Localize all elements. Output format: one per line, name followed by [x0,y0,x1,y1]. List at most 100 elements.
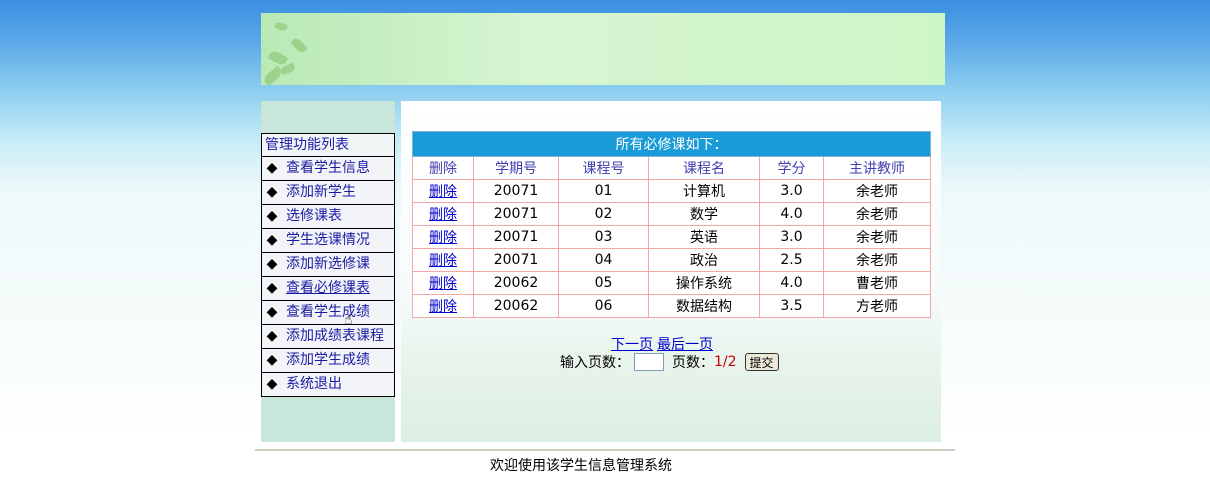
delete-cell: 删除 [412,179,474,203]
hand-cursor-icon: ☝ [344,312,353,328]
menu-item[interactable]: ◆ 查看学生信息 [262,157,394,181]
teacher-cell: 余老师 [823,248,931,272]
delete-link[interactable]: 删除 [429,230,457,246]
course-no-cell: 06 [558,294,649,318]
diamond-bullet-icon: ◆ [266,232,278,248]
teacher-cell: 曹老师 [823,271,931,295]
delete-cell: 删除 [412,202,474,226]
submit-button[interactable]: 提交 [744,353,779,371]
menu-item-label: 添加新学生 [286,184,356,200]
page-jump-form: 输入页数： 页数： 1/2 提交 [560,352,779,372]
menu-item[interactable]: ◆ 查看必修课表 [262,277,394,301]
credit-cell: 3.5 [759,294,824,318]
menu-item-label: 添加成绩表课程 [286,328,384,344]
course-no-cell: 05 [558,271,649,295]
diamond-bullet-icon: ◆ [266,160,278,176]
course-name-cell: 政治 [648,248,760,272]
table-row: 删除 20071 03 英语 3.0 余老师 [412,225,931,249]
delete-link[interactable]: 删除 [429,299,457,315]
course-no-cell: 04 [558,248,649,272]
menu-item[interactable]: ◆ 添加新选修课 [262,253,394,277]
course-name-cell: 英语 [648,225,760,249]
teacher-cell: 余老师 [823,202,931,226]
delete-cell: 删除 [412,271,474,295]
table-row: 删除 20071 01 计算机 3.0 余老师 [412,179,931,203]
header-banner [261,13,945,85]
page-input-label: 输入页数： [560,355,630,371]
credit-cell: 4.0 [759,271,824,295]
term-cell: 20062 [473,294,559,318]
credit-cell: 4.0 [759,202,824,226]
course-no-cell: 02 [558,202,649,226]
menu-item-label: 查看学生成绩 [286,304,370,320]
teacher-cell: 余老师 [823,179,931,203]
diamond-bullet-icon: ◆ [266,256,278,272]
term-cell: 20071 [473,225,559,249]
last-page-link[interactable]: 最后一页 [657,337,713,353]
delete-cell: 删除 [412,248,474,272]
term-cell: 20071 [473,248,559,272]
menu-title: 管理功能列表 [262,134,394,157]
course-name-cell: 计算机 [648,179,760,203]
diamond-bullet-icon: ◆ [266,280,278,296]
diamond-bullet-icon: ◆ [266,304,278,320]
header-delete: 删除 [412,156,474,180]
credit-cell: 3.0 [759,225,824,249]
diamond-bullet-icon: ◆ [266,184,278,200]
menu-item-label: 学生选课情况 [286,232,370,248]
header-teacher: 主讲教师 [823,156,931,180]
menu-item-label: 添加学生成绩 [286,352,370,368]
page-number-input[interactable] [634,353,664,371]
course-name-cell: 数学 [648,202,760,226]
menu-item-label: 选修课表 [286,208,342,224]
diamond-bullet-icon: ◆ [266,208,278,224]
teacher-cell: 方老师 [823,294,931,318]
menu-item-label: 查看学生信息 [286,160,370,176]
course-name-cell: 数据结构 [648,294,760,318]
teacher-cell: 余老师 [823,225,931,249]
delete-link[interactable]: 删除 [429,253,457,269]
diamond-bullet-icon: ◆ [266,352,278,368]
delete-cell: 删除 [412,294,474,318]
course-no-cell: 03 [558,225,649,249]
menu-item[interactable]: ◆ 学生选课情况 [262,229,394,253]
next-page-link[interactable]: 下一页 [611,337,653,353]
footer-text: 欢迎使用该学生信息管理系统 [490,458,672,474]
table-row: 删除 20071 04 政治 2.5 余老师 [412,248,931,272]
diamond-bullet-icon: ◆ [266,328,278,344]
course-name-cell: 操作系统 [648,271,760,295]
term-cell: 20071 [473,179,559,203]
term-cell: 20062 [473,271,559,295]
delete-link[interactable]: 删除 [429,276,457,292]
page-count: 1/2 [714,354,737,370]
footer-divider [255,449,955,451]
menu-item[interactable]: ◆ 选修课表 [262,205,394,229]
menu-item[interactable]: ◆ 添加新学生 [262,181,394,205]
menu-item[interactable]: ◆ 系统退出 [262,373,394,396]
admin-menu: 管理功能列表 ◆ 查看学生信息 ◆ 添加新学生 ◆ 选修课表 ◆ 学生选课情况 ◆ 添加新选修课 ◆… [261,133,395,397]
table-row: 删除 20062 06 数据结构 3.5 方老师 [412,294,931,318]
course-no-cell: 01 [558,179,649,203]
required-courses-table: 所有必修课如下： 删除 学期号 课程号 课程名 学分 主讲教师 删除 20071 0… [412,131,931,318]
diamond-bullet-icon: ◆ [266,376,278,392]
delete-link[interactable]: 删除 [429,184,457,200]
delete-cell: 删除 [412,225,474,249]
table-row: 删除 20062 05 操作系统 4.0 曹老师 [412,271,931,295]
menu-item-label: 添加新选修课 [286,256,370,272]
header-course-no: 课程号 [558,156,649,180]
credit-cell: 3.0 [759,179,824,203]
table-caption: 所有必修课如下： [412,131,931,157]
menu-item-label: 系统退出 [286,376,342,392]
delete-link[interactable]: 删除 [429,207,457,223]
pagination-links: 下一页 最后一页 [611,334,717,354]
header-course-name: 课程名 [648,156,760,180]
menu-item[interactable]: ◆ 添加学生成绩 [262,349,394,373]
menu-item[interactable]: ◆ 添加成绩表课程 [262,325,394,349]
menu-item[interactable]: ◆ 查看学生成绩 [262,301,394,325]
table-header-row: 删除 学期号 课程号 课程名 学分 主讲教师 [412,156,931,180]
header-credit: 学分 [759,156,824,180]
pages-label: 页数： [672,355,714,371]
credit-cell: 2.5 [759,248,824,272]
menu-item-label: 查看必修课表 [286,280,370,296]
header-term: 学期号 [473,156,559,180]
